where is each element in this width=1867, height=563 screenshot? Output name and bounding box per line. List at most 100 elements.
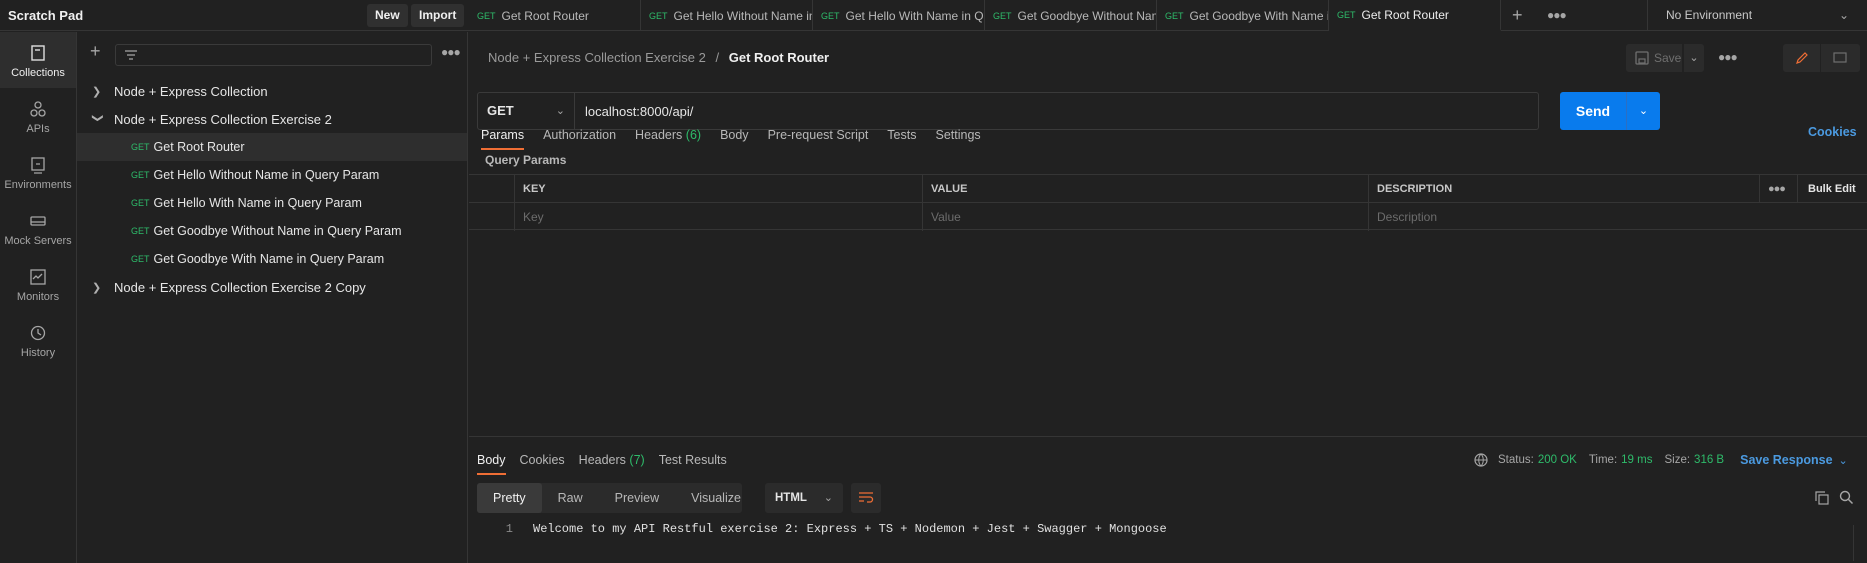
cookies-link[interactable]: Cookies: [1808, 125, 1857, 139]
edit-docs-toggle[interactable]: [1783, 44, 1821, 72]
rail-item-history[interactable]: History: [0, 312, 76, 368]
tab-body[interactable]: Body: [720, 123, 749, 148]
format-tab-pretty[interactable]: Pretty: [477, 483, 542, 513]
table-row: Key Value Description: [469, 203, 1867, 231]
request-method: GET: [131, 254, 150, 264]
save-response-button[interactable]: Save Response ⌄: [1740, 453, 1848, 467]
request-tab[interactable]: GET Get Hello Without Name in Query Para…: [641, 0, 813, 31]
column-header-key: KEY: [514, 175, 922, 203]
response-tab-test-results[interactable]: Test Results: [659, 449, 727, 473]
rail-item-apis[interactable]: APIs: [0, 88, 76, 144]
column-header-description: DESCRIPTION: [1368, 175, 1718, 203]
size-value[interactable]: 316 B: [1694, 454, 1724, 466]
save-button[interactable]: Save: [1626, 44, 1682, 72]
response-tab-body[interactable]: Body: [477, 449, 506, 475]
import-button[interactable]: Import: [411, 4, 465, 27]
request-name: Get Hello With Name in Query Param: [153, 196, 362, 210]
tab-authorization[interactable]: Authorization: [543, 123, 616, 148]
param-key-input[interactable]: Key: [514, 203, 922, 231]
time-value[interactable]: 19 ms: [1621, 454, 1652, 466]
tab-method: GET: [1165, 10, 1184, 21]
sidebar-more-icon[interactable]: ●●●: [441, 45, 461, 59]
rail-label: Environments: [4, 179, 72, 191]
response-meta: Status: 200 OK Time: 19 ms Size: 316 B S…: [1474, 449, 1848, 471]
bulk-edit-button[interactable]: Bulk Edit: [1797, 175, 1867, 203]
collection-row[interactable]: ❯ Node + Express Collection Exercise 2 C…: [77, 273, 467, 301]
globe-icon[interactable]: [1474, 453, 1488, 467]
request-method: GET: [131, 142, 150, 152]
response-headers-count: (7): [629, 453, 645, 467]
chevron-right-icon[interactable]: ❯: [92, 281, 104, 294]
tab-title: Get Hello With Name in Query Param: [845, 8, 984, 23]
tab-method: GET: [993, 10, 1012, 21]
language-selector[interactable]: HTML ⌄: [765, 483, 843, 513]
request-row[interactable]: GET Get Hello Without Name in Query Para…: [77, 161, 467, 189]
add-collection-plus-icon[interactable]: +: [90, 41, 101, 62]
save-options-chevron-icon[interactable]: ⌄: [1684, 44, 1704, 72]
param-value-input[interactable]: Value: [922, 203, 1368, 231]
tab-more-icon[interactable]: ●●●: [1547, 8, 1567, 22]
request-tab[interactable]: GET Get Root Router: [469, 0, 641, 31]
mock-servers-icon: [30, 216, 46, 226]
send-button[interactable]: Send: [1560, 92, 1627, 130]
tab-method: GET: [821, 10, 840, 21]
format-tab-raw[interactable]: Raw: [542, 483, 599, 513]
comments-icon[interactable]: [1833, 51, 1847, 65]
request-more-icon[interactable]: ●●●: [1718, 50, 1738, 64]
tab-tests[interactable]: Tests: [887, 123, 916, 148]
tab-params[interactable]: Params: [481, 123, 525, 150]
chevron-down-icon[interactable]: ❯: [92, 113, 105, 125]
request-name: Get Goodbye Without Name in Query Param: [153, 224, 402, 238]
sidebar-search-input[interactable]: [115, 44, 432, 66]
request-row[interactable]: GET Get Goodbye With Name in Query Param: [77, 245, 467, 273]
request-config-tabs: Params Authorization Headers (6) Body Pr…: [481, 123, 1000, 150]
new-button[interactable]: New: [367, 4, 408, 27]
breadcrumb-parent[interactable]: Node + Express Collection Exercise 2: [488, 50, 706, 65]
request-tab[interactable]: GET Get Hello With Name in Query Param: [813, 0, 985, 31]
chevron-down-icon: ⌄: [1838, 8, 1849, 22]
tab-title: Get Goodbye With Name in Query Param: [1189, 8, 1328, 23]
status-value[interactable]: 200 OK: [1538, 454, 1577, 466]
request-tab-active[interactable]: GET Get Root Router: [1329, 0, 1501, 31]
copy-icon[interactable]: [1815, 491, 1829, 505]
format-tab-visualize[interactable]: Visualize: [675, 483, 757, 513]
wrap-lines-button[interactable]: [851, 483, 881, 513]
tab-pre-request-script[interactable]: Pre-request Script: [768, 123, 869, 148]
rail-item-mock-servers[interactable]: Mock Servers: [0, 200, 76, 256]
breadcrumb-separator: /: [715, 50, 720, 65]
request-row[interactable]: GET Get Goodbye Without Name in Query Pa…: [77, 217, 467, 245]
request-tab[interactable]: GET Get Goodbye Without Name in Query Pa…: [985, 0, 1157, 31]
rail-item-collections[interactable]: Collections: [0, 32, 76, 88]
breadcrumb-current[interactable]: Get Root Router: [729, 50, 829, 65]
chevron-right-icon[interactable]: ❯: [92, 85, 104, 98]
tab-settings[interactable]: Settings: [935, 123, 980, 148]
request-row[interactable]: GET Get Hello With Name in Query Param: [77, 189, 467, 217]
request-tab[interactable]: GET Get Goodbye With Name in Query Param: [1157, 0, 1329, 31]
environment-selector[interactable]: No Environment ⌄: [1647, 0, 1867, 31]
top-bar: Scratch Pad New Import GET Get Root Rout…: [0, 0, 1867, 31]
rail-item-environments[interactable]: Environments: [0, 144, 76, 200]
status-label: Status:: [1498, 454, 1534, 466]
rail-item-monitors[interactable]: Monitors: [0, 256, 76, 312]
table-more-icon[interactable]: ●●●: [1759, 175, 1797, 203]
param-description-input[interactable]: Description: [1368, 203, 1867, 231]
send-button-group: Send ⌄: [1560, 92, 1660, 130]
tab-title: Get Root Router: [501, 8, 589, 23]
new-tab-plus-icon[interactable]: +: [1512, 5, 1523, 25]
workspace-title: Scratch Pad: [8, 8, 84, 23]
tab-title: Get Root Router: [1361, 7, 1449, 22]
response-body[interactable]: 1 Welcome to my API Restful exercise 2: …: [469, 517, 1867, 541]
send-options-chevron-icon[interactable]: ⌄: [1627, 92, 1660, 130]
time-label: Time:: [1588, 454, 1618, 466]
collections-tree: ❯ Node + Express Collection ❯ Node + Exp…: [77, 77, 467, 301]
tab-headers[interactable]: Headers (6): [635, 123, 701, 148]
collection-row[interactable]: ❯ Node + Express Collection Exercise 2: [77, 105, 467, 133]
query-params-title: Query Params: [485, 153, 567, 167]
pencil-icon: [1796, 52, 1808, 64]
request-row-selected[interactable]: GET Get Root Router: [77, 133, 467, 161]
search-icon[interactable]: [1839, 490, 1854, 505]
response-tab-cookies[interactable]: Cookies: [520, 449, 565, 473]
response-tab-headers[interactable]: Headers (7): [579, 449, 645, 473]
format-tab-preview[interactable]: Preview: [599, 483, 675, 513]
collection-row[interactable]: ❯ Node + Express Collection: [77, 77, 467, 105]
